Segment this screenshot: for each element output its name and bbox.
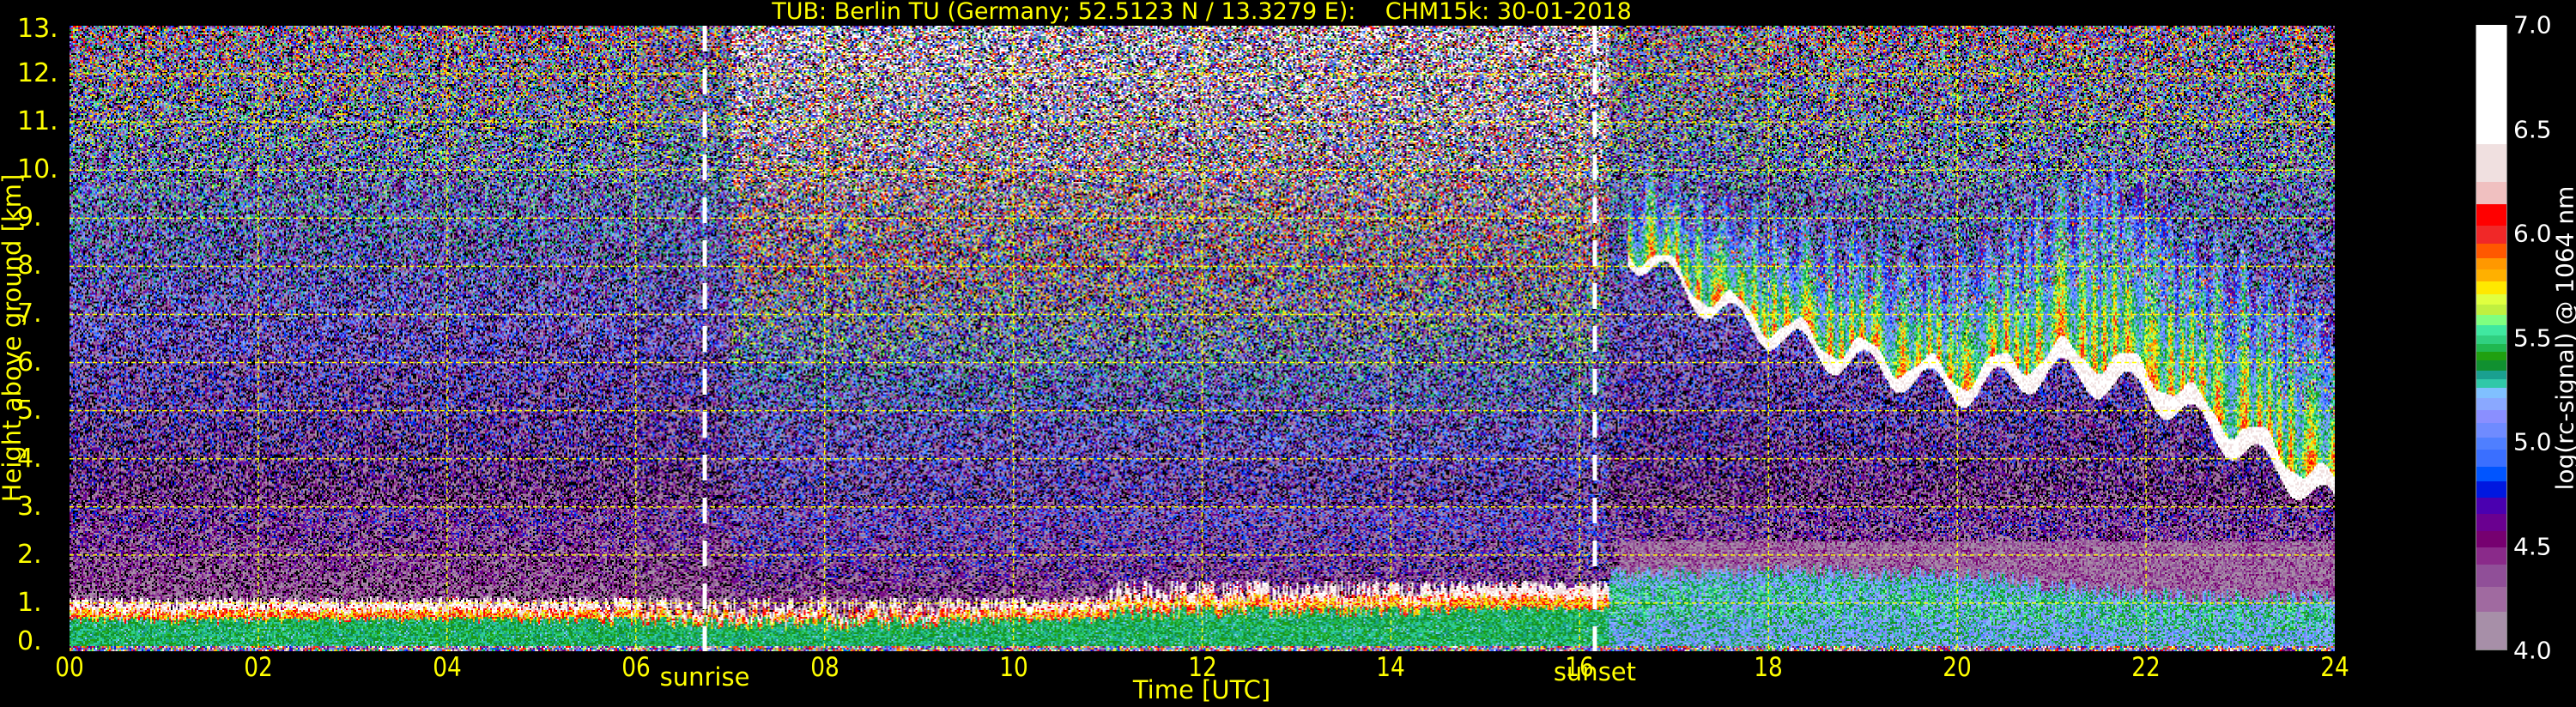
colorbar-tick-label: 7.0 bbox=[2513, 10, 2552, 39]
colorbar-band bbox=[2476, 243, 2506, 259]
colorbar-band bbox=[2476, 513, 2506, 531]
colorbar-band bbox=[2476, 396, 2506, 411]
colorbar-tick-label: 6.0 bbox=[2513, 219, 2552, 248]
colorbar-tick-label: 5.5 bbox=[2513, 323, 2552, 352]
x-tick-label: 04 bbox=[433, 652, 462, 683]
colorbar-label: log(rc-signal) @ 1064 nm bbox=[2550, 185, 2576, 491]
y-tick-label: 1. bbox=[17, 587, 42, 618]
colorbar-band bbox=[2476, 280, 2506, 294]
colorbar-band bbox=[2476, 408, 2506, 423]
y-axis-label: Height above ground [km] bbox=[0, 173, 27, 503]
sunset-label: sunset bbox=[1553, 657, 1637, 686]
x-tick-label: 00 bbox=[55, 652, 84, 683]
colorbar-band bbox=[2476, 334, 2506, 344]
colorbar-tick-label: 4.0 bbox=[2513, 636, 2552, 665]
x-tick-label: 14 bbox=[1376, 652, 1406, 683]
colorbar-band bbox=[2476, 323, 2506, 336]
colorbar-band bbox=[2476, 342, 2506, 353]
plot-area bbox=[70, 26, 2335, 651]
sunrise-label: sunrise bbox=[659, 662, 750, 692]
ceilometer-figure: TUB: Berlin TU (Germany; 52.5123 N / 13.… bbox=[0, 0, 2576, 707]
colorbar-tick-label: 4.5 bbox=[2513, 532, 2552, 560]
colorbar-band bbox=[2476, 257, 2506, 269]
colorbar-band bbox=[2476, 610, 2506, 650]
colorbar-band bbox=[2476, 448, 2506, 467]
y-tick-label: 0. bbox=[17, 626, 42, 656]
x-tick-label: 02 bbox=[244, 652, 273, 683]
colorbar-band bbox=[2476, 369, 2506, 379]
x-tick-label: 18 bbox=[1754, 652, 1784, 683]
colorbar-band bbox=[2476, 563, 2506, 588]
x-tick-label: 06 bbox=[621, 652, 651, 683]
x-tick-label: 24 bbox=[2320, 652, 2349, 683]
colorbar-band bbox=[2476, 142, 2506, 182]
colorbar-band bbox=[2476, 386, 2506, 398]
colorbar bbox=[2476, 24, 2507, 650]
x-axis-label: Time [UTC] bbox=[1132, 675, 1271, 704]
x-tick-label: 20 bbox=[1943, 652, 1972, 683]
colorbar-band bbox=[2476, 24, 2506, 145]
y-tick-label: 13. bbox=[17, 14, 58, 44]
y-tick-label: 2. bbox=[17, 539, 42, 570]
grid-overlay bbox=[70, 26, 2335, 651]
colorbar-band bbox=[2476, 359, 2506, 372]
colorbar-band bbox=[2476, 293, 2506, 305]
colorbar-band bbox=[2476, 351, 2506, 361]
colorbar-band bbox=[2476, 465, 2506, 481]
colorbar-band bbox=[2476, 378, 2506, 388]
colorbar-band bbox=[2476, 546, 2506, 565]
colorbar-band bbox=[2476, 202, 2506, 226]
colorbar-band bbox=[2476, 480, 2506, 499]
y-tick-label: 12. bbox=[17, 58, 58, 89]
colorbar-band bbox=[2476, 224, 2506, 245]
chart-title: TUB: Berlin TU (Germany; 52.5123 N / 13.… bbox=[772, 0, 1632, 25]
colorbar-tick-label: 5.0 bbox=[2513, 427, 2552, 456]
x-tick-label: 10 bbox=[998, 652, 1028, 683]
colorbar-band bbox=[2476, 496, 2506, 515]
colorbar-band bbox=[2476, 585, 2506, 613]
colorbar-band bbox=[2476, 529, 2506, 548]
colorbar-band bbox=[2476, 303, 2506, 315]
colorbar-band bbox=[2476, 268, 2506, 282]
colorbar-band bbox=[2476, 421, 2506, 438]
x-tick-label: 22 bbox=[2131, 652, 2161, 683]
x-tick-label: 08 bbox=[809, 652, 839, 683]
colorbar-band bbox=[2476, 180, 2506, 205]
colorbar-band bbox=[2476, 313, 2506, 325]
colorbar-tick-label: 6.5 bbox=[2513, 115, 2552, 143]
colorbar-band bbox=[2476, 436, 2506, 450]
y-tick-label: 11. bbox=[17, 106, 58, 137]
